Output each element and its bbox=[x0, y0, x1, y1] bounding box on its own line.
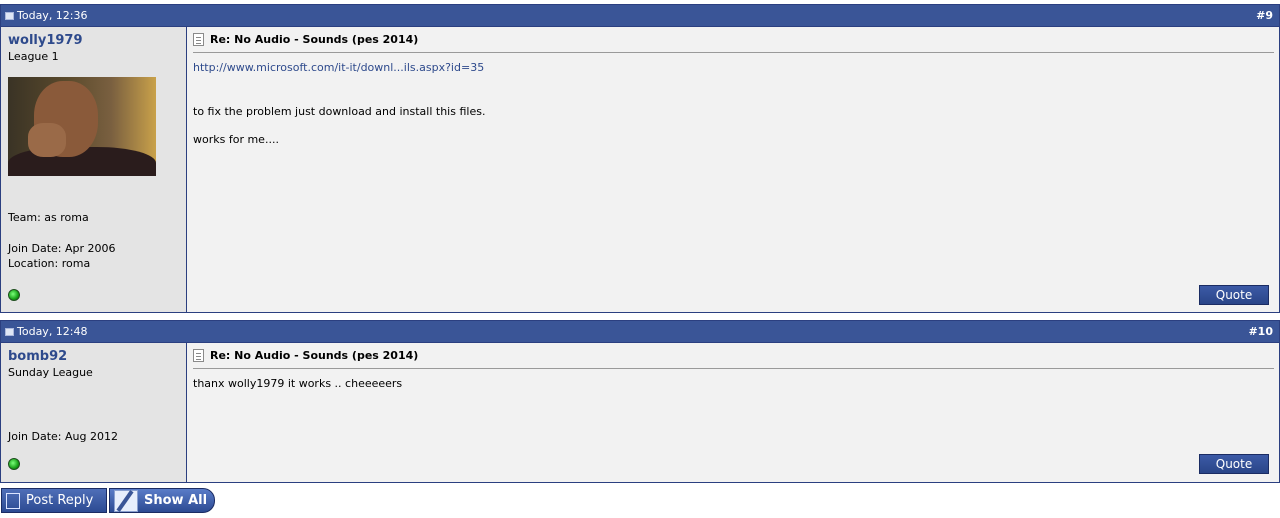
join-date: Join Date: Apr 2006 bbox=[8, 242, 116, 255]
action-buttons: Post Reply Show All bbox=[1, 488, 215, 513]
post-message: Re: No Audio - Sounds (pes 2014) http://… bbox=[187, 27, 1279, 312]
user-team: Team: as roma bbox=[8, 211, 89, 224]
document-icon bbox=[193, 33, 204, 46]
user-info: wolly1979 League 1 Team: as roma Join Da… bbox=[1, 27, 187, 312]
post-number-link[interactable]: #9 bbox=[1256, 9, 1273, 22]
document-icon bbox=[193, 349, 204, 362]
quote-button[interactable]: Quote bbox=[1199, 454, 1269, 474]
pen-icon bbox=[114, 489, 138, 512]
post-date: Today, 12:48 bbox=[5, 325, 88, 338]
post-title: Re: No Audio - Sounds (pes 2014) bbox=[193, 33, 1274, 53]
username-link[interactable]: bomb92 bbox=[8, 349, 179, 364]
user-info: bomb92 Sunday League Join Date: Aug 2012 bbox=[1, 343, 187, 482]
avatar[interactable] bbox=[8, 77, 156, 176]
message-link[interactable]: http://www.microsoft.com/it-it/downl...i… bbox=[193, 61, 484, 74]
post-10: Today, 12:48 #10 bomb92 Sunday League Jo… bbox=[0, 320, 1280, 483]
message-line: works for me.... bbox=[193, 133, 279, 146]
user-title: Sunday League bbox=[8, 366, 93, 379]
post-number-link[interactable]: #10 bbox=[1248, 325, 1273, 338]
post-header: Today, 12:36 #9 bbox=[1, 5, 1279, 27]
post-date: Today, 12:36 bbox=[5, 9, 88, 22]
quote-button[interactable]: Quote bbox=[1199, 285, 1269, 305]
post-reply-button[interactable]: Post Reply bbox=[1, 488, 107, 513]
post-icon bbox=[5, 11, 14, 20]
show-all-button[interactable]: Show All bbox=[109, 488, 215, 513]
message-line: thanx wolly1979 it works .. cheeeeers bbox=[193, 377, 403, 390]
post-icon bbox=[5, 327, 14, 336]
post-header: Today, 12:48 #10 bbox=[1, 321, 1279, 343]
online-status-icon bbox=[8, 458, 20, 470]
user-location: Location: roma bbox=[8, 257, 91, 270]
online-status-icon bbox=[8, 289, 20, 301]
reply-icon bbox=[6, 492, 20, 509]
post-9: Today, 12:36 #9 wolly1979 League 1 Team:… bbox=[0, 4, 1280, 313]
username-link[interactable]: wolly1979 bbox=[8, 33, 179, 48]
message-line: to fix the problem just download and ins… bbox=[193, 105, 486, 118]
user-title: League 1 bbox=[8, 50, 59, 63]
join-date: Join Date: Aug 2012 bbox=[8, 430, 118, 443]
post-message: Re: No Audio - Sounds (pes 2014) thanx w… bbox=[187, 343, 1279, 482]
post-title: Re: No Audio - Sounds (pes 2014) bbox=[193, 349, 1274, 369]
